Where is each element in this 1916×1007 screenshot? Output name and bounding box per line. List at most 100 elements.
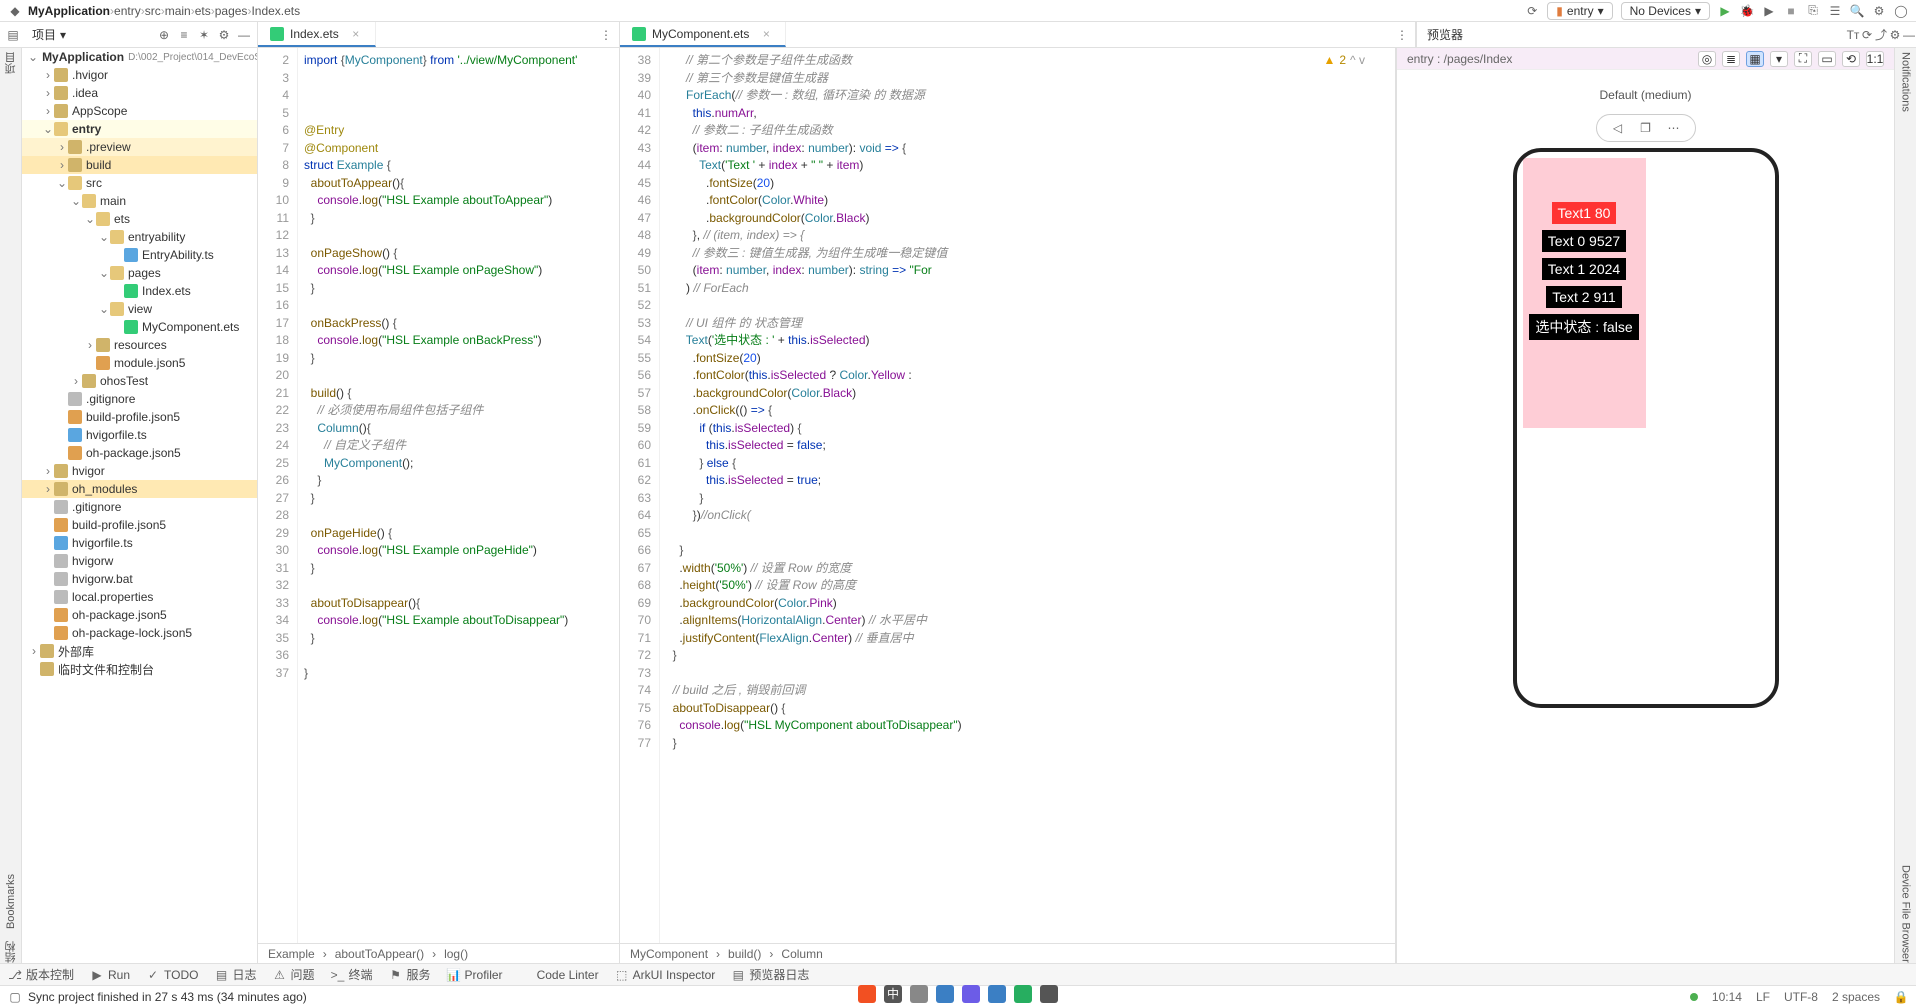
tree-row[interactable]: ⌄view	[22, 300, 257, 318]
prev-dropdown[interactable]: ▾	[1770, 51, 1788, 67]
project-tool-icon[interactable]: ▤	[6, 28, 20, 42]
code-line[interactable]: console.log("HSL Example onPageShow")	[304, 262, 613, 280]
tab-index[interactable]: Index.ets ×	[258, 22, 376, 47]
code-line[interactable]: onPageHide() {	[304, 525, 613, 543]
breadcrumb-item[interactable]: MyApplication	[28, 4, 110, 18]
code-line[interactable]: }, // (item, index) => {	[666, 227, 1389, 245]
preview-text[interactable]: 选中状态 : false	[1529, 314, 1638, 340]
hide-icon[interactable]: —	[237, 28, 251, 42]
gear-icon[interactable]: ⚙	[1888, 28, 1902, 42]
tree-row[interactable]: ›resources	[22, 336, 257, 354]
search-icon[interactable]: 🔍	[1850, 4, 1864, 18]
tree-row[interactable]: ⌄pages	[22, 264, 257, 282]
editor-crumb-right[interactable]: MyComponent› build()› Column	[620, 943, 1395, 963]
code-line[interactable]: Text('Text ' + index + " " + item)	[666, 157, 1389, 175]
run-config-selector[interactable]: ▮entry▾	[1547, 2, 1612, 20]
device-selector[interactable]: No Devices▾	[1621, 2, 1710, 20]
code-line[interactable]	[304, 87, 613, 105]
tree-row[interactable]: module.json5	[22, 354, 257, 372]
code-line[interactable]: .fontSize(20)	[666, 350, 1389, 368]
sync-icon[interactable]: ⟳	[1525, 4, 1539, 18]
tree-row[interactable]: EntryAbility.ts	[22, 246, 257, 264]
tree-row[interactable]: ›.idea	[22, 84, 257, 102]
code-line[interactable]: }	[304, 560, 613, 578]
rail-device-browser[interactable]: Device File Browser	[1900, 865, 1912, 963]
tree-row[interactable]: ⌄MyApplicationD:\002_Project\014_DevEcoS…	[22, 48, 257, 66]
rotate-icon[interactable]: ⤴	[1874, 28, 1888, 42]
prev-grid-icon[interactable]: ▭	[1818, 51, 1836, 67]
prev-scale-icon[interactable]: 1:1	[1866, 51, 1884, 67]
code-line[interactable]	[304, 367, 613, 385]
tree-row[interactable]: ›build	[22, 156, 257, 174]
back-icon[interactable]: ◁	[1609, 119, 1627, 137]
code-line[interactable]: }	[666, 542, 1389, 560]
code-line[interactable]: if (this.isSelected) {	[666, 420, 1389, 438]
tree-row[interactable]: build-profile.json5	[22, 516, 257, 534]
code-line[interactable]: // 自定义子组件	[304, 437, 613, 455]
lock-icon[interactable]: 🔒	[1894, 990, 1908, 1004]
breadcrumb-item[interactable]: src	[145, 4, 161, 18]
tab-menu-icon[interactable]: ⋮	[599, 28, 613, 42]
code-line[interactable]: // UI 组件 的 状态管理	[666, 315, 1389, 333]
stop-icon[interactable]: ■	[1784, 4, 1798, 18]
format-icon[interactable]: Tт	[1846, 28, 1860, 42]
expand-icon[interactable]: ✶	[197, 28, 211, 42]
tree-row[interactable]: build-profile.json5	[22, 408, 257, 426]
code-line[interactable]	[666, 525, 1389, 543]
tray-icon[interactable]	[1040, 985, 1058, 1003]
refresh-icon[interactable]: ⟳	[1860, 28, 1874, 42]
tree-row[interactable]: ⌄src	[22, 174, 257, 192]
code-line[interactable]: console.log("HSL Example aboutToDisappea…	[304, 612, 613, 630]
rail-bookmarks[interactable]: Bookmarks	[5, 874, 17, 929]
bottom-tool-Run[interactable]: ▶Run	[90, 968, 130, 982]
prev-fullscreen-icon[interactable]: ⛶	[1794, 51, 1812, 67]
code-line[interactable]: .alignItems(HorizontalAlign.Center) // 水…	[666, 612, 1389, 630]
code-line[interactable]	[304, 297, 613, 315]
code-line[interactable]: }	[304, 350, 613, 368]
rail-project[interactable]: 项目	[3, 52, 19, 74]
code-line[interactable]: this.isSelected = false;	[666, 437, 1389, 455]
tree-row[interactable]: .gitignore	[22, 498, 257, 516]
breadcrumb-item[interactable]: main	[165, 4, 191, 18]
close-icon[interactable]: ×	[759, 27, 773, 41]
tray-icon[interactable]	[936, 985, 954, 1003]
close-icon[interactable]: ×	[349, 27, 363, 41]
bottom-tool-终端[interactable]: >_终端	[331, 966, 373, 983]
bottom-tool-服务[interactable]: ⚑服务	[389, 966, 431, 983]
code-line[interactable]: .fontSize(20)	[666, 175, 1389, 193]
tree-row[interactable]: local.properties	[22, 588, 257, 606]
code-line[interactable]: this.numArr,	[666, 105, 1389, 123]
code-line[interactable]: }	[304, 210, 613, 228]
structure-icon[interactable]: ☰	[1828, 4, 1842, 18]
code-line[interactable]: aboutToDisappear(){	[304, 595, 613, 613]
tree-row[interactable]: ⌄entryability	[22, 228, 257, 246]
prev-tree-icon[interactable]: ≣	[1722, 51, 1740, 67]
bottom-tool-问题[interactable]: ⚠问题	[273, 966, 315, 983]
code-line[interactable]: // build 之后 , 销毁前回调	[666, 682, 1389, 700]
tree-row[interactable]: ›oh_modules	[22, 480, 257, 498]
code-line[interactable]: console.log("HSL MyComponent aboutToDisa…	[666, 717, 1389, 735]
tree-row[interactable]: hvigorfile.ts	[22, 426, 257, 444]
tree-row[interactable]: ⌄entry	[22, 120, 257, 138]
status-icon[interactable]: ▢	[8, 990, 22, 1004]
tray-icon[interactable]	[962, 985, 980, 1003]
code-line[interactable]: struct Example {	[304, 157, 613, 175]
code-line[interactable]	[666, 297, 1389, 315]
target-icon[interactable]: ⊕	[157, 28, 171, 42]
code-line[interactable]: import {MyComponent} from '../view/MyCom…	[304, 52, 613, 70]
tray-icon[interactable]	[910, 985, 928, 1003]
code-line[interactable]: // 参数二 : 子组件生成函数	[666, 122, 1389, 140]
preview-text[interactable]: Text 2 911	[1546, 286, 1622, 308]
tree-row[interactable]: oh-package-lock.json5	[22, 624, 257, 642]
bottom-tool-ArkUI Inspector[interactable]: ⬚ArkUI Inspector	[615, 968, 716, 982]
bottom-tool-日志[interactable]: ▤日志	[214, 966, 256, 983]
code-line[interactable]: aboutToDisappear() {	[666, 700, 1389, 718]
tree-row[interactable]: hvigorw	[22, 552, 257, 570]
tab-menu-icon[interactable]: ⋮	[1395, 28, 1409, 42]
code-line[interactable]: @Entry	[304, 122, 613, 140]
run-icon[interactable]: ▶	[1718, 4, 1732, 18]
prev-box-icon[interactable]: ▦	[1746, 51, 1764, 67]
code-line[interactable]: Column(){	[304, 420, 613, 438]
rail-structure[interactable]: 结构	[3, 941, 19, 963]
code-line[interactable]: .fontColor(this.isSelected ? Color.Yello…	[666, 367, 1389, 385]
